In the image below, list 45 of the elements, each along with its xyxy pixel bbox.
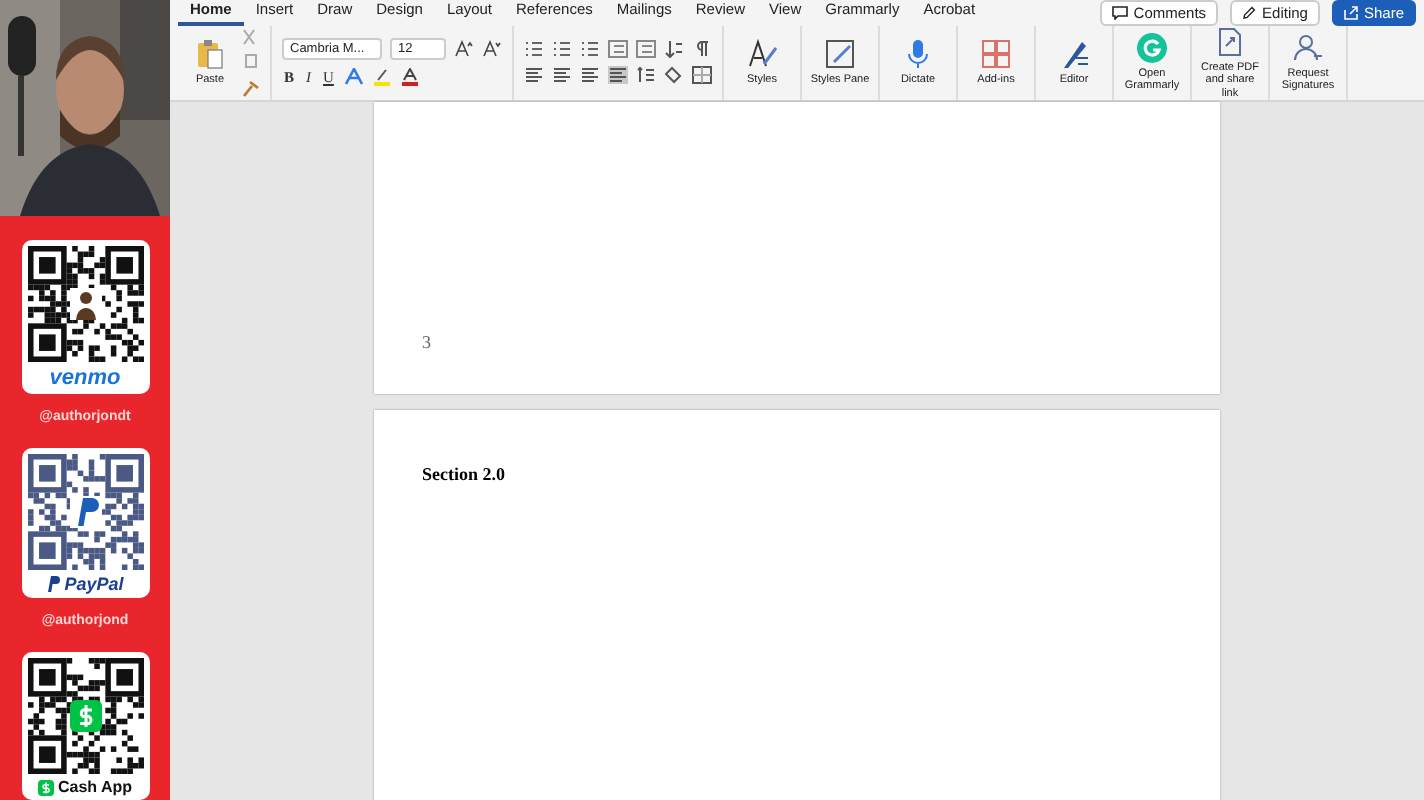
- pencil-icon: [1242, 6, 1257, 20]
- list-icon[interactable]: [580, 40, 600, 59]
- brand-label: venmo: [49, 366, 121, 390]
- qr-code: [27, 246, 143, 362]
- section-heading: Section 2.0: [422, 463, 505, 484]
- person-icon: [69, 288, 101, 320]
- dollar-icon: [69, 700, 101, 732]
- styles-pane-icon: [824, 38, 856, 71]
- share-icon: [1343, 6, 1358, 20]
- styles-icon: [746, 38, 778, 71]
- borders-icon[interactable]: [692, 66, 712, 85]
- list-icon[interactable]: [524, 40, 544, 59]
- pilcrow-icon[interactable]: [692, 40, 712, 59]
- brand-label: Cash App: [57, 778, 133, 796]
- grid-icon: [980, 38, 1012, 71]
- font-color-icon[interactable]: [399, 68, 420, 87]
- dollar-icon: [37, 779, 54, 795]
- qr-code: [27, 658, 143, 774]
- paypal-icon: [46, 576, 61, 592]
- person-icon: [1292, 32, 1324, 65]
- clipboard-icon: [194, 38, 226, 71]
- qr-code: [27, 454, 143, 570]
- grow-font-icon[interactable]: [454, 40, 474, 59]
- brush-icon[interactable]: [240, 79, 260, 98]
- paypal-icon: [69, 496, 101, 528]
- highlighter-icon[interactable]: [371, 68, 392, 87]
- grammarly-icon: [1136, 32, 1168, 65]
- indent-icon[interactable]: [608, 40, 628, 59]
- align-icon[interactable]: [608, 66, 628, 85]
- text-effects-icon[interactable]: [343, 68, 364, 87]
- brand-label: PayPal: [64, 574, 124, 594]
- microphone-icon: [902, 38, 934, 71]
- shrink-font-icon[interactable]: [482, 40, 502, 59]
- align-icon[interactable]: [524, 66, 544, 85]
- align-icon[interactable]: [580, 66, 600, 85]
- sort-icon[interactable]: [664, 40, 684, 59]
- indent-icon[interactable]: [636, 40, 656, 59]
- comment-icon: [1111, 6, 1128, 20]
- align-icon[interactable]: [552, 66, 572, 85]
- shading-icon[interactable]: [664, 66, 684, 85]
- page-number: 3: [422, 331, 431, 352]
- document-icon: [1214, 26, 1246, 58]
- line-spacing-icon[interactable]: [636, 66, 656, 85]
- list-icon[interactable]: [552, 40, 572, 59]
- pen-icon: [1058, 38, 1090, 71]
